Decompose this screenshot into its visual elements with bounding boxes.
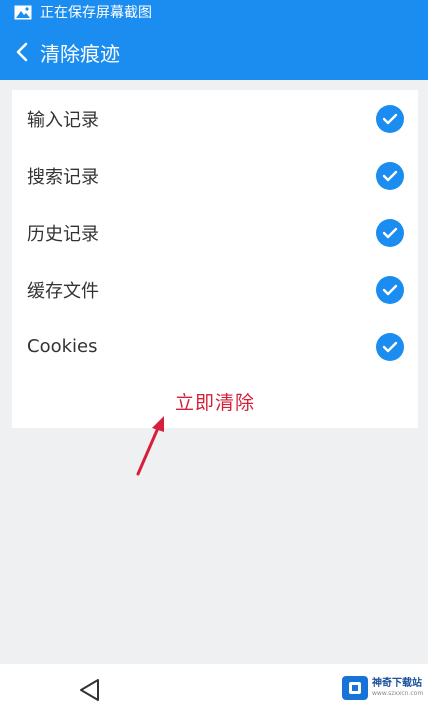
checkbox-checked[interactable]	[376, 275, 404, 304]
status-bar: 正在保存屏幕截图	[0, 0, 428, 24]
checkbox-checked[interactable]	[376, 218, 404, 247]
check-icon	[382, 284, 398, 295]
navigation-bar: 神奇下载站 www.szxxcn.com	[0, 664, 428, 714]
check-icon	[382, 170, 398, 181]
option-label: 搜索记录	[27, 166, 99, 188]
clear-now-button[interactable]: 立即清除	[12, 375, 418, 428]
status-text: 正在保存屏幕截图	[40, 5, 152, 21]
back-button[interactable]	[2, 24, 42, 80]
checkbox-checked[interactable]	[376, 332, 404, 361]
option-label: 输入记录	[27, 109, 99, 131]
watermark-logo: 神奇下载站 www.szxxcn.com	[342, 676, 423, 700]
option-row-search-history[interactable]: 搜索记录	[12, 147, 418, 204]
option-row-cookies[interactable]: Cookies	[12, 318, 418, 375]
option-row-input-history[interactable]: 输入记录	[12, 90, 418, 147]
option-row-browse-history[interactable]: 历史记录	[12, 204, 418, 261]
watermark-url: www.szxxcn.com	[372, 690, 424, 697]
option-label: 历史记录	[27, 223, 99, 245]
checkbox-checked[interactable]	[376, 104, 404, 133]
checkbox-checked[interactable]	[376, 161, 404, 190]
image-icon	[14, 5, 32, 19]
options-card: 输入记录 搜索记录 历史记录 缓存文件 Cookies 立即清除	[12, 90, 418, 428]
option-label: 缓存文件	[27, 280, 99, 302]
check-icon	[382, 341, 398, 352]
option-label: Cookies	[27, 336, 98, 357]
chevron-left-icon	[16, 42, 28, 62]
triangle-back-icon[interactable]	[77, 677, 103, 703]
option-row-cache-files[interactable]: 缓存文件	[12, 261, 418, 318]
watermark-name: 神奇下载站	[372, 678, 422, 689]
annotation-arrow-icon	[136, 416, 164, 476]
app-header: 清除痕迹	[0, 24, 428, 80]
check-icon	[382, 227, 398, 238]
page-title: 清除痕迹	[40, 41, 120, 66]
check-icon	[382, 113, 398, 124]
screen: 正在保存屏幕截图 清除痕迹 输入记录 搜索记录 历史记录 缓存文件 Cookie…	[0, 0, 428, 714]
watermark-icon	[342, 676, 368, 700]
